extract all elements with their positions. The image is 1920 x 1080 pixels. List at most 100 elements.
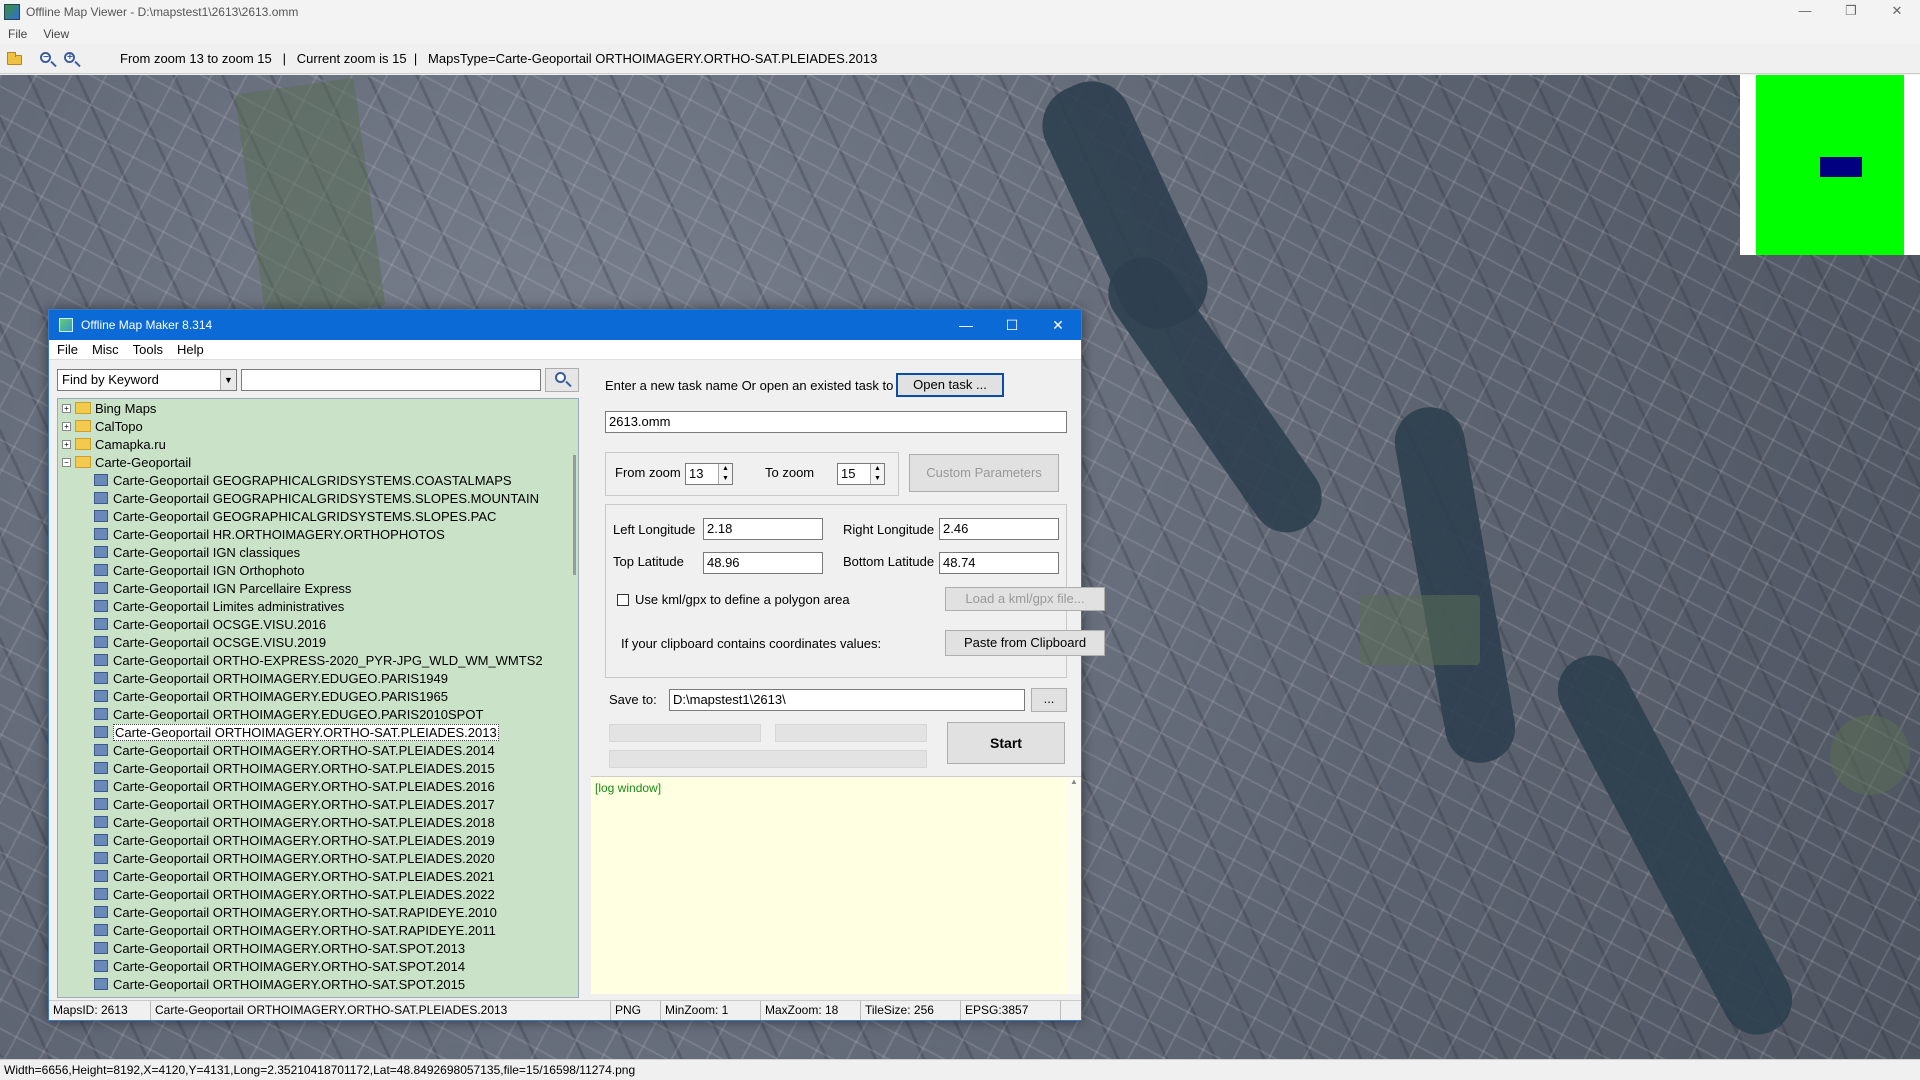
- tree-item-row[interactable]: Carte-Geoportail ORTHOIMAGERY.EDUGEO.PAR…: [58, 669, 578, 687]
- tree-item-row[interactable]: Carte-Geoportail Limites administratives: [58, 597, 578, 615]
- tree-item-row[interactable]: Carte-Geoportail ORTHOIMAGERY.ORTHO-SAT.…: [58, 813, 578, 831]
- tree-scrollbar-thumb[interactable]: [573, 455, 576, 575]
- to-zoom-spinner[interactable]: ▲ ▼: [870, 464, 884, 484]
- tree-item-row[interactable]: Carte-Geoportail OCSGE.VISU.2016: [58, 615, 578, 633]
- overview-viewport[interactable]: [1820, 157, 1862, 177]
- tree-item-row[interactable]: Carte-Geoportail ORTHOIMAGERY.EDUGEO.PAR…: [58, 687, 578, 705]
- custom-parameters-button[interactable]: Custom Parameters: [909, 454, 1059, 492]
- open-task-button[interactable]: Open task ...: [896, 373, 1004, 397]
- start-button[interactable]: Start: [947, 722, 1065, 764]
- tree-item-row[interactable]: Carte-Geoportail IGN Parcellaire Express: [58, 579, 578, 597]
- tree-item-row[interactable]: Carte-Geoportail ORTHOIMAGERY.ORTHO-SAT.…: [58, 939, 578, 957]
- dialog-maximize-button[interactable]: ☐: [989, 317, 1035, 334]
- map-park: [1360, 595, 1480, 665]
- tree-folder-row[interactable]: − Carte-Geoportail: [58, 453, 578, 471]
- tree-item-row[interactable]: Carte-Geoportail ORTHOIMAGERY.ORTHO-SAT.…: [58, 741, 578, 759]
- tree-item-row[interactable]: Carte-Geoportail ORTHOIMAGERY.ORTHO-SAT.…: [58, 831, 578, 849]
- tree-item-row[interactable]: Carte-Geoportail IGN classiques: [58, 543, 578, 561]
- overview-minimap[interactable]: [1740, 75, 1920, 255]
- tree-item-label: Carte-Geoportail OCSGE.VISU.2019: [113, 634, 327, 650]
- close-button[interactable]: ✕: [1874, 0, 1920, 24]
- map-icon: [94, 870, 108, 882]
- tree-item-row[interactable]: Carte-Geoportail ORTHOIMAGERY.ORTHO-SAT.…: [58, 957, 578, 975]
- tree-folder-row[interactable]: + Bing Maps: [58, 399, 578, 417]
- task-name-input[interactable]: 2613.omm: [605, 411, 1067, 433]
- from-zoom-spinner[interactable]: ▲ ▼: [718, 464, 732, 484]
- open-folder-icon[interactable]: [6, 50, 24, 68]
- chevron-down-icon[interactable]: ▼: [220, 370, 236, 390]
- tree-folder-label: Bing Maps: [95, 400, 157, 416]
- map-icon: [94, 978, 108, 990]
- tree-item-row[interactable]: Carte-Geoportail ORTHO-EXPRESS-2020_PYR-…: [58, 651, 578, 669]
- tree-folder-row[interactable]: + CalTopo: [58, 417, 578, 435]
- expand-icon[interactable]: +: [62, 439, 71, 449]
- collapse-icon[interactable]: −: [62, 457, 71, 467]
- restore-button[interactable]: ❐: [1828, 0, 1874, 24]
- load-kml-button[interactable]: Load a kml/gpx file...: [945, 587, 1105, 611]
- dialog-menu-tools[interactable]: Tools: [133, 342, 163, 357]
- paste-clipboard-button[interactable]: Paste from Clipboard: [945, 630, 1105, 656]
- tree-folder-row[interactable]: + Camapka.ru: [58, 435, 578, 453]
- save-to-label: Save to:: [609, 692, 657, 707]
- tree-item-row[interactable]: Carte-Geoportail ORTHOIMAGERY.ORTHO-SAT.…: [58, 849, 578, 867]
- menu-view[interactable]: View: [43, 27, 69, 41]
- dialog-menubar: File Misc Tools Help: [49, 340, 1081, 360]
- expand-icon[interactable]: +: [62, 421, 71, 431]
- tree-item-row[interactable]: Carte-Geoportail OCSGE.VISU.2019: [58, 633, 578, 651]
- clipboard-label: If your clipboard contains coordinates v…: [621, 636, 882, 651]
- dialog-menu-file[interactable]: File: [57, 342, 78, 357]
- top-latitude-label: Top Latitude: [613, 554, 684, 569]
- bottom-latitude-input[interactable]: 48.74: [939, 552, 1059, 574]
- map-icon: [94, 780, 108, 792]
- map-icon: [94, 510, 108, 522]
- save-path-input[interactable]: D:\mapstest1\2613\: [669, 689, 1025, 711]
- tree-item-row[interactable]: Carte-Geoportail ORTHOIMAGERY.ORTHO-SAT.…: [58, 723, 578, 741]
- menu-file[interactable]: File: [8, 27, 27, 41]
- status-max-zoom: MaxZoom: 18: [761, 1001, 861, 1020]
- zoom-in-icon[interactable]: +: [62, 50, 80, 68]
- bottom-latitude-label: Bottom Latitude: [843, 554, 935, 569]
- left-longitude-input[interactable]: 2.18: [703, 518, 823, 540]
- dialog-title: Offline Map Maker 8.314: [81, 318, 213, 332]
- top-latitude-input[interactable]: 48.96: [703, 552, 823, 574]
- tree-item-row[interactable]: Carte-Geoportail HR.ORTHOIMAGERY.ORTHOPH…: [58, 525, 578, 543]
- search-input[interactable]: [241, 369, 541, 391]
- tree-item-row[interactable]: Carte-Geoportail ORTHOIMAGERY.ORTHO-SAT.…: [58, 975, 578, 993]
- dialog-minimize-button[interactable]: —: [943, 317, 989, 334]
- map-icon: [94, 708, 108, 720]
- map-type-tree[interactable]: + Bing Maps + CalTopo + Camapka.ru − Carte-Geop…: [57, 398, 579, 998]
- to-zoom-input[interactable]: 15 ▲ ▼: [837, 463, 885, 485]
- search-mode-select[interactable]: Find by Keyword ▼: [57, 369, 237, 391]
- tree-item-row[interactable]: Carte-Geoportail ORTHOIMAGERY.ORTHO-SAT.…: [58, 885, 578, 903]
- dialog-titlebar[interactable]: Offline Map Maker 8.314 — ☐ ✕: [49, 310, 1081, 340]
- tree-item-row[interactable]: Carte-Geoportail ORTHOIMAGERY.ORTHO-SAT.…: [58, 777, 578, 795]
- search-button[interactable]: [545, 368, 579, 392]
- minimize-button[interactable]: —: [1782, 0, 1828, 24]
- dialog-close-button[interactable]: ✕: [1035, 317, 1081, 334]
- tree-item-row[interactable]: Carte-Geoportail ORTHOIMAGERY.ORTHO-SAT.…: [58, 759, 578, 777]
- dialog-menu-misc[interactable]: Misc: [92, 342, 119, 357]
- viewer-window-controls: — ❐ ✕: [1782, 0, 1920, 24]
- tree-item-row[interactable]: Carte-Geoportail GEOGRAPHICALGRIDSYSTEMS…: [58, 471, 578, 489]
- expand-icon[interactable]: +: [62, 403, 71, 413]
- tree-item-row[interactable]: Carte-Geoportail IGN Orthophoto: [58, 561, 578, 579]
- right-longitude-input[interactable]: 2.46: [939, 518, 1059, 540]
- tree-item-row[interactable]: Carte-Geoportail ORTHOIMAGERY.EDUGEO.PAR…: [58, 705, 578, 723]
- map-icon: [94, 906, 108, 918]
- tree-item-row[interactable]: Carte-Geoportail GEOGRAPHICALGRIDSYSTEMS…: [58, 489, 578, 507]
- log-window[interactable]: [log window] ▲: [591, 776, 1081, 994]
- tree-item-label: Carte-Geoportail HR.ORTHOIMAGERY.ORTHOPH…: [113, 526, 445, 542]
- log-scrollbar[interactable]: ▲: [1067, 777, 1081, 994]
- from-zoom-input[interactable]: 13 ▲ ▼: [685, 463, 733, 485]
- dialog-menu-help[interactable]: Help: [177, 342, 204, 357]
- zoom-out-icon[interactable]: −: [38, 50, 56, 68]
- tree-item-row[interactable]: Carte-Geoportail ORTHOIMAGERY.ORTHO-SAT.…: [58, 921, 578, 939]
- map-icon: [94, 726, 108, 738]
- kml-checkbox[interactable]: [617, 594, 629, 606]
- task-pane: Enter a new task name Or open an existed…: [591, 362, 1105, 1000]
- tree-item-row[interactable]: Carte-Geoportail ORTHOIMAGERY.ORTHO-SAT.…: [58, 903, 578, 921]
- tree-item-row[interactable]: Carte-Geoportail ORTHOIMAGERY.ORTHO-SAT.…: [58, 867, 578, 885]
- browse-button[interactable]: ...: [1031, 688, 1067, 712]
- tree-item-row[interactable]: Carte-Geoportail GEOGRAPHICALGRIDSYSTEMS…: [58, 507, 578, 525]
- tree-item-row[interactable]: Carte-Geoportail ORTHOIMAGERY.ORTHO-SAT.…: [58, 795, 578, 813]
